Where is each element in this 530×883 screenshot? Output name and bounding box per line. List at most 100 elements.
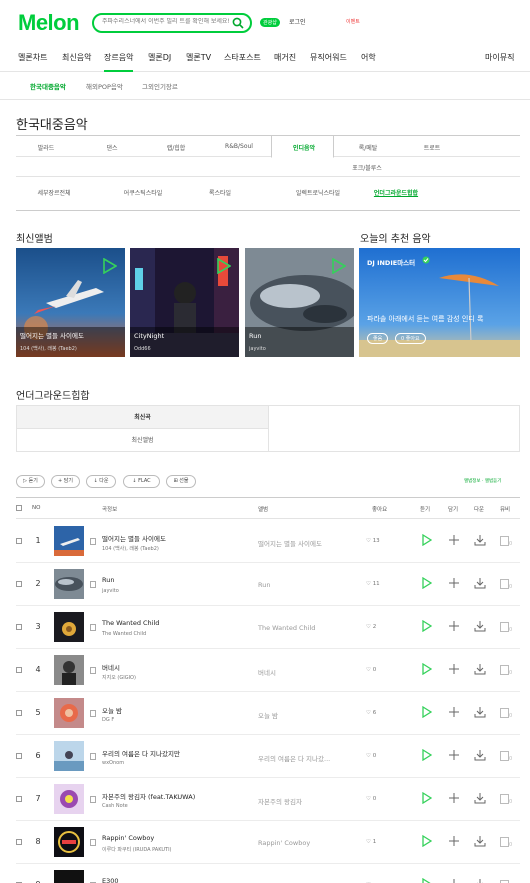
song-artist[interactable]: DG F — [102, 717, 114, 723]
song-artist[interactable]: 이루다 파쿠티 (IRUDA PAKUTI) — [102, 846, 172, 853]
row-checkbox[interactable] — [16, 538, 22, 544]
subgenre-all[interactable]: 세부장르전체 — [26, 188, 82, 197]
add-icon[interactable] — [448, 835, 460, 849]
album-artist[interactable]: Odd66 — [134, 346, 151, 352]
song-album[interactable]: 자본주의 왕김자 — [258, 796, 302, 806]
subgenre-acoustic[interactable]: 어쿠스틱스타일 — [112, 188, 174, 197]
album-artist[interactable]: 104 (백사), 래봉 (Taeb2) — [20, 345, 77, 352]
album-title[interactable]: 떨어지는 별들 사이에도 — [20, 330, 84, 340]
album-thumbnail[interactable] — [54, 870, 84, 883]
play-icon[interactable] — [422, 834, 433, 849]
download-icon[interactable] — [474, 835, 486, 849]
download-icon[interactable] — [474, 878, 486, 883]
song-album[interactable]: Rappin' Cowboy — [258, 839, 310, 847]
genre-trot[interactable]: 트로트 — [412, 143, 452, 152]
genre-rock[interactable]: 록/메탈 — [348, 143, 388, 152]
download-icon[interactable] — [474, 620, 486, 634]
add-icon[interactable] — [448, 663, 460, 677]
song-info-icon[interactable] — [90, 667, 96, 674]
subnav-other[interactable]: 그외인기장르 — [142, 81, 178, 91]
song-info-icon[interactable] — [90, 581, 96, 588]
play-icon[interactable] — [422, 877, 432, 883]
song-title[interactable]: 자본주의 왕김자 (feat.TAKUWA) — [102, 791, 195, 801]
play-icon[interactable] — [422, 748, 433, 763]
tab-latest-songs[interactable]: 최신곡 — [17, 406, 269, 429]
album-thumbnail[interactable] — [54, 827, 84, 857]
add-icon[interactable] — [448, 878, 460, 883]
album-card[interactable]: CityNight Odd66 — [130, 248, 239, 357]
download-icon[interactable] — [474, 577, 486, 591]
album-thumbnail[interactable] — [54, 698, 84, 728]
play-icon[interactable] — [217, 257, 232, 276]
like-button[interactable]: ♡ 13 — [366, 538, 380, 544]
recommend-headline[interactable]: 파라솔 아래에서 듣는 여름 감성 인디 록 — [367, 314, 483, 324]
genre-indie[interactable]: 인디음악 — [282, 143, 326, 152]
song-artist[interactable]: wxOnom — [102, 760, 124, 766]
like-button[interactable]: ♡ 11 — [366, 581, 380, 587]
select-all-checkbox[interactable] — [16, 505, 22, 511]
like-button[interactable]: ♡ 2 — [366, 624, 376, 630]
like-button[interactable]: ♡ 6 — [366, 710, 376, 716]
row-checkbox[interactable] — [16, 710, 22, 716]
row-checkbox[interactable] — [16, 839, 22, 845]
search-icon[interactable] — [232, 17, 244, 31]
album-thumbnail[interactable] — [54, 612, 84, 642]
music-video-icon[interactable]: 0 — [500, 794, 512, 806]
music-video-icon[interactable]: 0 — [500, 708, 512, 720]
play-icon[interactable] — [422, 533, 433, 548]
subgenre-underground-hiphop[interactable]: 언더그라운드힙합 — [364, 188, 428, 197]
nav-item-language[interactable]: 어학 — [361, 52, 376, 63]
add-selected-button[interactable]: + 담기 — [51, 475, 80, 488]
music-video-icon[interactable]: 0 — [500, 622, 512, 634]
nav-item-chart[interactable]: 멜론차트 — [18, 52, 47, 63]
album-title[interactable]: CityNight — [134, 332, 164, 340]
search-box[interactable] — [92, 13, 252, 33]
recommend-dj[interactable]: DJ INDIE마스터 — [367, 257, 415, 267]
music-video-icon[interactable]: 0 — [500, 751, 512, 763]
row-checkbox[interactable] — [16, 753, 22, 759]
recommend-count-button[interactable]: 0 좋아요 — [395, 333, 426, 344]
notice-link[interactable]: 이벤트 — [346, 18, 360, 25]
album-card[interactable]: 떨어지는 별들 사이에도 104 (백사), 래봉 (Taeb2) — [16, 248, 125, 357]
music-video-icon[interactable]: 0 — [500, 579, 512, 591]
subgenre-rock[interactable]: 록스타일 — [196, 188, 244, 197]
genre-hiphop[interactable]: 랩/힙합 — [156, 143, 196, 152]
search-input[interactable] — [102, 18, 230, 25]
download-icon[interactable] — [474, 534, 486, 548]
album-thumbnail[interactable] — [54, 784, 84, 814]
download-icon[interactable] — [474, 749, 486, 763]
subnav-pop[interactable]: 해외POP음악 — [86, 81, 123, 91]
gift-button[interactable]: ⊞ 선물 — [166, 475, 196, 488]
song-artist[interactable]: 지지오 (GIGIO) — [102, 674, 136, 681]
album-title[interactable]: Run — [249, 332, 261, 340]
nav-item-mymusic[interactable]: 마이뮤직 — [485, 52, 514, 63]
song-album[interactable]: 오늘 밤 — [258, 710, 278, 720]
play-icon[interactable] — [422, 705, 433, 720]
play-icon[interactable] — [103, 257, 118, 276]
music-video-icon[interactable]: 0 — [500, 665, 512, 677]
nav-item-starpost[interactable]: 스타포스트 — [224, 52, 261, 63]
row-checkbox[interactable] — [16, 796, 22, 802]
genre-folk[interactable]: 포크/블루스 — [342, 163, 392, 172]
song-artist[interactable]: 104 (백사), 래봉 (Taeb2) — [102, 545, 159, 552]
nav-item-magazine[interactable]: 매거진 — [274, 52, 296, 63]
download-icon[interactable] — [474, 706, 486, 720]
song-album[interactable]: 버네시 — [258, 667, 276, 677]
song-title[interactable]: E300 — [102, 877, 119, 883]
download-icon[interactable] — [474, 792, 486, 806]
song-title[interactable]: Run — [102, 576, 114, 584]
song-title[interactable]: 버네시 — [102, 662, 120, 672]
play-icon[interactable] — [422, 791, 433, 806]
song-info-icon[interactable] — [90, 538, 96, 545]
music-video-icon[interactable]: 0 — [500, 837, 512, 849]
recommend-like-button[interactable]: 좋음 — [367, 333, 389, 344]
tab-latest-albums[interactable]: 최신앨범 — [17, 429, 269, 452]
nav-item-dj[interactable]: 멜론DJ — [148, 52, 171, 63]
song-info-icon[interactable] — [90, 796, 96, 803]
genre-ballad[interactable]: 발라드 — [26, 143, 66, 152]
add-icon[interactable] — [448, 577, 460, 591]
music-video-icon[interactable]: 0 — [500, 536, 512, 548]
subgenre-electronic[interactable]: 일렉트로닉스타일 — [282, 188, 354, 197]
song-artist[interactable]: Cash Note — [102, 803, 128, 809]
play-icon[interactable] — [332, 257, 347, 276]
